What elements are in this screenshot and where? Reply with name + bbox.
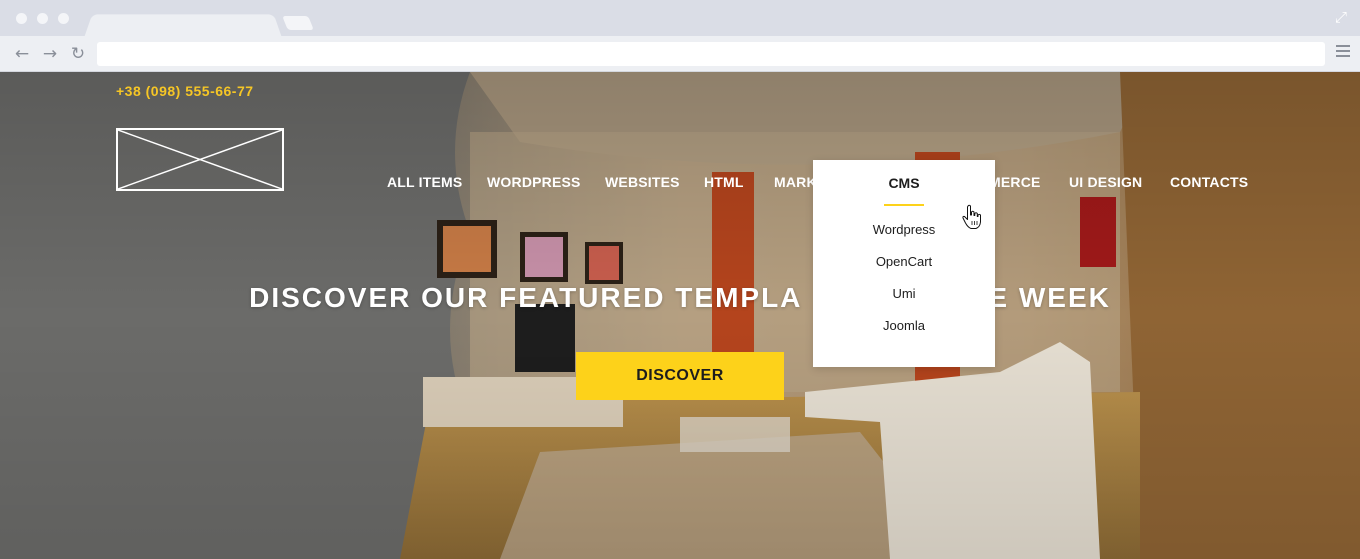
page-viewport: +38 (098) 555-66-77 ALL ITEMS WORDPRESS … — [0, 72, 1360, 559]
browser-tab[interactable] — [84, 14, 282, 38]
dropdown-item-joomla[interactable]: Joomla — [813, 318, 995, 333]
window-close-dot[interactable] — [16, 13, 27, 24]
cms-dropdown-menu: CMS Wordpress OpenCart Umi Joomla — [813, 160, 995, 367]
hand-cursor-icon — [962, 204, 981, 229]
nav-ui-design[interactable]: UI DESIGN — [1069, 174, 1142, 190]
expand-icon[interactable]: ⤢ — [1332, 9, 1350, 27]
window-maximize-dot[interactable] — [58, 13, 69, 24]
window-minimize-dot[interactable] — [37, 13, 48, 24]
hero-title-end: E WEEK — [988, 282, 1111, 313]
nav-marketing[interactable]: MARK — [774, 174, 817, 190]
nav-websites[interactable]: WEBSITES — [605, 174, 680, 190]
nav-all-items[interactable]: ALL ITEMS — [387, 174, 462, 190]
nav-html[interactable]: HTML — [704, 174, 744, 190]
nav-contacts[interactable]: CONTACTS — [1170, 174, 1248, 190]
back-arrow-icon[interactable]: ← — [12, 44, 32, 64]
forward-arrow-icon[interactable]: → — [40, 44, 60, 64]
nav-ecommerce[interactable]: MERCE — [989, 174, 1041, 190]
browser-toolbar: ← → ↻ — [0, 36, 1360, 72]
dropdown-underline — [884, 204, 924, 206]
dropdown-item-opencart[interactable]: OpenCart — [813, 254, 995, 269]
main-navigation: ALL ITEMS WORDPRESS WEBSITES HTML MARK M… — [0, 174, 1360, 194]
hamburger-menu-icon[interactable] — [1336, 45, 1350, 63]
phone-number[interactable]: +38 (098) 555-66-77 — [116, 83, 254, 99]
discover-button[interactable]: DISCOVER — [576, 352, 784, 400]
browser-tab-bar: ⤢ — [0, 0, 1360, 38]
hero-title-start: DISCOVER OUR FEATURED TEMPLA — [249, 282, 803, 313]
new-tab-button[interactable] — [282, 16, 314, 30]
dropdown-item-umi[interactable]: Umi — [813, 286, 995, 301]
hero-title: DISCOVER OUR FEATURED TEMPLA E WEEK — [0, 282, 1360, 314]
reload-icon[interactable]: ↻ — [68, 44, 88, 64]
address-bar[interactable] — [97, 42, 1325, 66]
dropdown-title[interactable]: CMS — [813, 175, 995, 191]
nav-wordpress[interactable]: WORDPRESS — [487, 174, 581, 190]
